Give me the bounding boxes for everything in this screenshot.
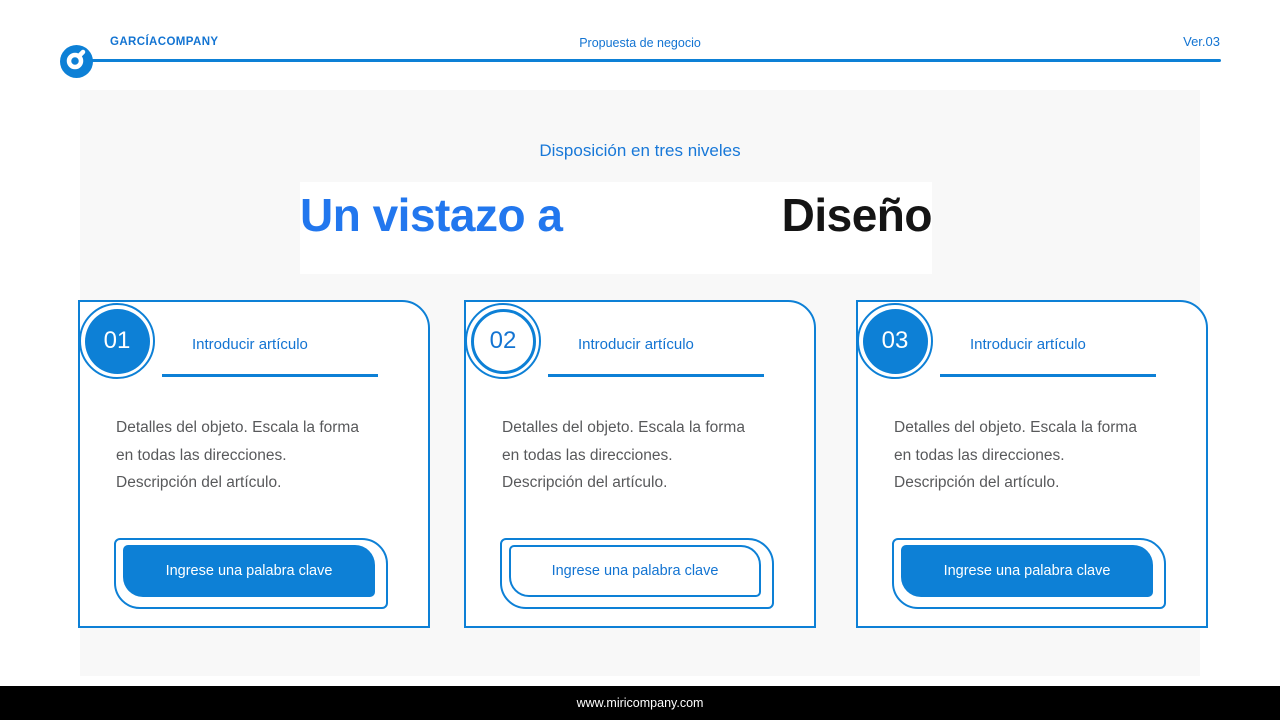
card-01-number-badge: 01 <box>79 303 155 379</box>
card-01-description-line: en todas las direcciones. <box>116 442 416 470</box>
card-01-title: Introducir artículo <box>192 336 308 353</box>
card-01-description-line: Detalles del objeto. Escala la forma <box>116 414 416 442</box>
card-02-description-line: Detalles del objeto. Escala la forma <box>502 414 802 442</box>
card-02: 02 Introducir artículo Detalles del obje… <box>464 300 816 628</box>
card-03-description-line: en todas las direcciones. <box>894 442 1194 470</box>
card-01-description-line: Descripción del artículo. <box>116 469 416 497</box>
card-01: 01 Introducir artículo Detalles del obje… <box>78 300 430 628</box>
slide-title-primary: Un vistazo a <box>300 188 562 242</box>
version-label: Ver.03 <box>1183 34 1220 49</box>
card-03: 03 Introducir artículo Detalles del obje… <box>856 300 1208 628</box>
slide: GARCÍACOMPANY Propuesta de negocio Ver.0… <box>0 0 1280 720</box>
card-02-title-underline <box>548 374 764 377</box>
card-01-description: Detalles del objeto. Escala la forma en … <box>116 414 416 497</box>
slide-title: Un vistazo a Diseño <box>300 188 932 242</box>
card-03-description: Detalles del objeto. Escala la forma en … <box>894 414 1194 497</box>
card-02-description-line: Descripción del artículo. <box>502 469 802 497</box>
card-01-keyword-button[interactable]: Ingrese una palabra clave <box>114 538 388 609</box>
card-03-keyword-button[interactable]: Ingrese una palabra clave <box>892 538 1166 609</box>
card-02-description-line: en todas las direcciones. <box>502 442 802 470</box>
card-01-title-underline <box>162 374 378 377</box>
card-03-title: Introducir artículo <box>970 336 1086 353</box>
slide-title-secondary: Diseño <box>782 188 932 242</box>
card-02-keyword-button[interactable]: Ingrese una palabra clave <box>500 538 774 609</box>
card-02-title: Introducir artículo <box>578 336 694 353</box>
footer-url: www.miricompany.com <box>577 696 704 710</box>
card-03-number-badge: 03 <box>857 303 933 379</box>
card-03-keyword-button-label: Ingrese una palabra clave <box>901 545 1153 597</box>
card-03-description-line: Descripción del artículo. <box>894 469 1194 497</box>
document-type-label: Propuesta de negocio <box>0 36 1280 50</box>
footer-bar: www.miricompany.com <box>0 686 1280 720</box>
card-02-number: 02 <box>471 309 536 374</box>
slide-subtitle: Disposición en tres niveles <box>0 141 1280 161</box>
card-01-number: 01 <box>85 309 150 374</box>
card-02-number-badge: 02 <box>465 303 541 379</box>
card-02-keyword-button-label: Ingrese una palabra clave <box>509 545 761 597</box>
card-01-keyword-button-label: Ingrese una palabra clave <box>123 545 375 597</box>
card-03-number: 03 <box>863 309 928 374</box>
card-03-title-underline <box>940 374 1156 377</box>
card-03-description-line: Detalles del objeto. Escala la forma <box>894 414 1194 442</box>
header-divider-line <box>89 59 1221 62</box>
card-02-description: Detalles del objeto. Escala la forma en … <box>502 414 802 497</box>
